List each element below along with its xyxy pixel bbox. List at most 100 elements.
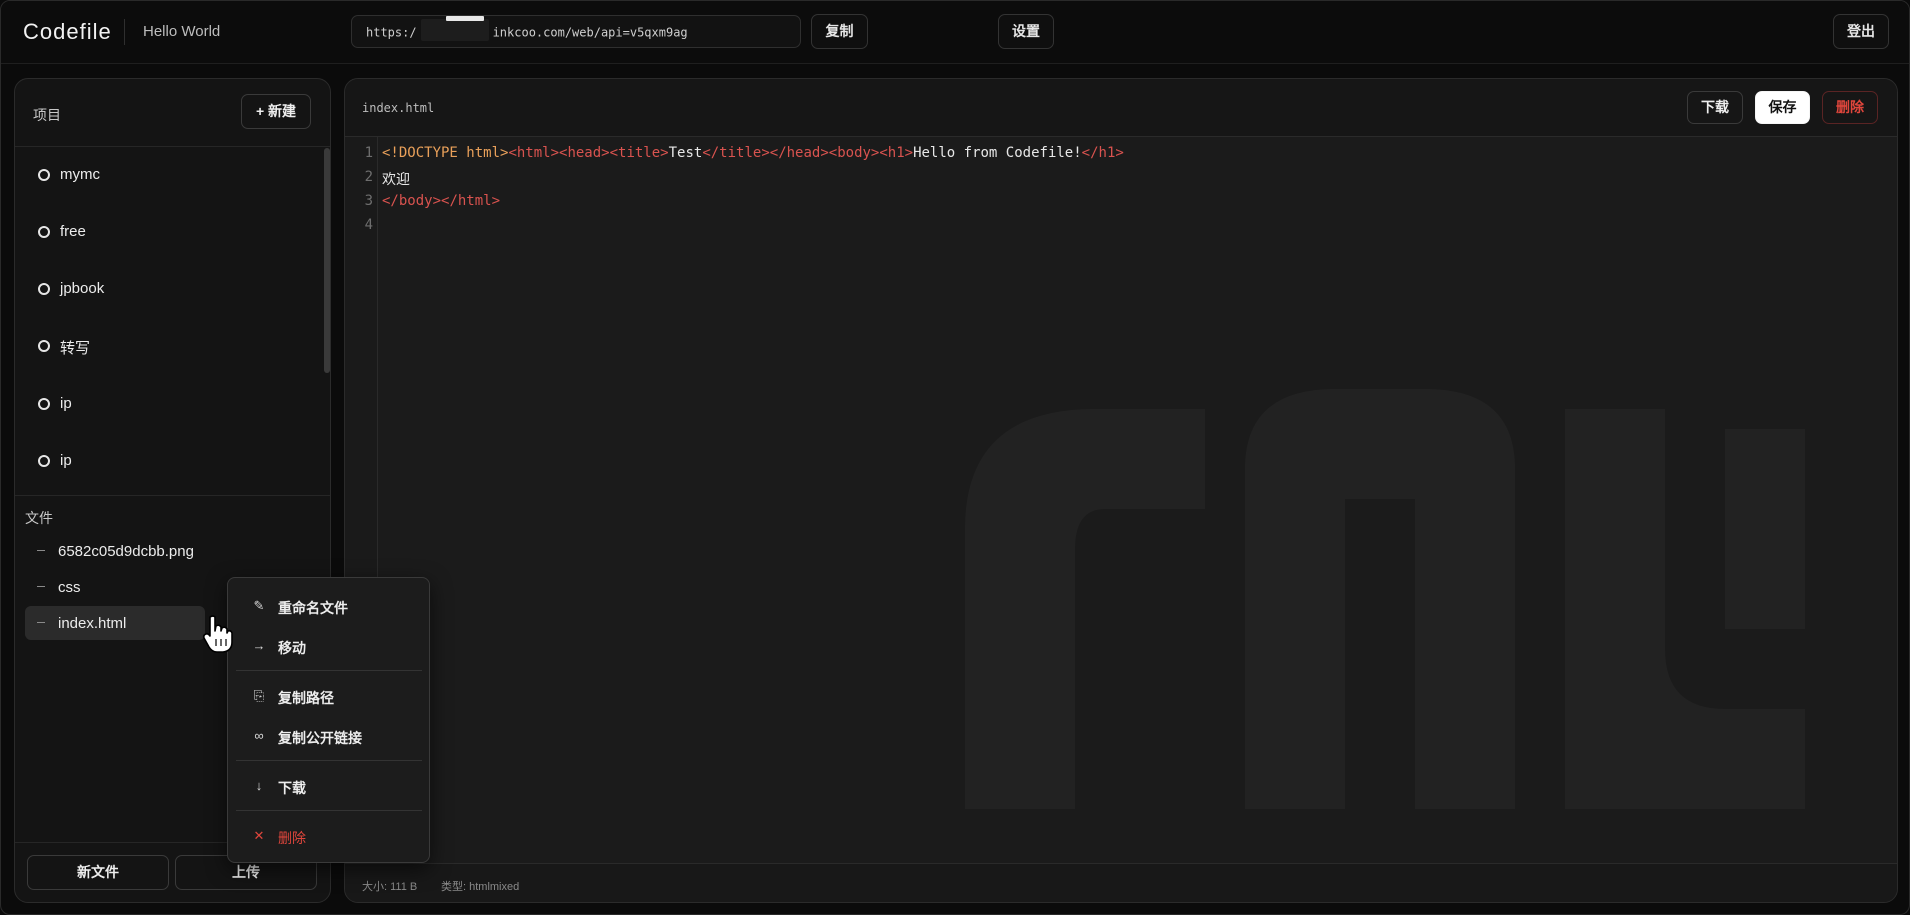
code-line-4[interactable] [382,217,782,235]
code-token: 欢迎 [382,172,410,188]
code-line-1[interactable]: <!DOCTYPE html><html><head><title>Test</… [382,145,1124,161]
menu-item-copy-path[interactable]: ⎘ 复制路径 [228,678,429,714]
app-window: Codefile Hello World https:/ inkcoo.com/w… [0,0,1910,915]
code-token: <head> [559,145,610,161]
menu-label: 重命名文件 [278,600,348,616]
circle-icon [38,226,50,238]
file-item[interactable]: 6582c05d9dcbb.png [25,534,205,568]
menu-item-download[interactable]: ↓ 下载 [228,768,429,804]
circle-icon [38,398,50,410]
menu-divider [236,810,422,811]
menu-label: 下载 [278,780,306,796]
url-prefix: https:/ [366,25,417,40]
project-item[interactable]: 转写 [15,318,330,375]
projects-header: 项目 + 新建 [15,79,330,147]
circle-icon [38,283,50,295]
project-item[interactable]: jpbook [15,261,330,318]
save-button[interactable]: 保存 [1755,91,1810,124]
circle-icon [38,340,50,352]
new-project-button[interactable]: + 新建 [241,94,311,129]
project-label: free [60,223,86,240]
menu-label: 复制公开链接 [278,730,362,746]
code-token: </head> [769,145,829,161]
project-list-scrollbar[interactable] [324,148,330,373]
header-divider [124,19,125,45]
download-button[interactable]: 下载 [1687,91,1743,124]
brand-logo: Codefile [23,19,112,44]
new-file-button[interactable]: 新文件 [27,855,169,890]
project-label: ip [60,395,72,412]
line-number: 2 [364,169,373,185]
code-token: Test [668,145,703,161]
line-number: 3 [364,193,373,209]
close-icon: ✕ [253,828,265,843]
file-dash-icon [37,622,45,623]
project-item[interactable]: mymc [15,147,330,204]
menu-item-move[interactable]: → 移动 [228,628,429,664]
file-type-status: 类型: htmlmixed [441,881,520,893]
code-token: </title> [702,145,770,161]
projects-title: 项目 [33,107,61,123]
line-number: 1 [364,145,373,161]
editor-panel: index.html 下载 保存 删除 1 2 3 4 <!DOCTYPE ht… [344,78,1898,903]
project-item[interactable]: ip [15,433,330,490]
project-list: mymc free jpbook 转写 ip ip [15,147,330,495]
link-icon: ∞ [254,728,264,743]
circle-icon [38,169,50,181]
editor-filename: index.html [362,101,435,115]
redaction-mark [446,16,484,21]
project-item[interactable]: free [15,204,330,261]
public-url-field[interactable]: https:/ inkcoo.com/web/api=v5qxm9ag [351,15,801,48]
settings-button[interactable]: 设置 [998,14,1054,49]
redacted-mask [420,19,489,41]
project-title: Hello World [143,23,221,40]
download-icon: ↓ [255,778,263,793]
file-dash-icon [37,586,45,587]
code-line-2[interactable]: 欢迎 [382,169,410,189]
project-label: jpbook [60,280,105,297]
file-label: css [58,579,81,596]
code-token: <!DOCTYPE html> [382,145,509,161]
project-item[interactable]: ip [15,376,330,433]
code-token: <h1> [879,145,914,161]
hand-pointer-icon [202,615,233,653]
top-bar: Codefile Hello World https:/ inkcoo.com/w… [1,1,1909,64]
code-token: </body> [382,193,442,209]
menu-item-rename[interactable]: ✎ 重命名文件 [228,588,429,624]
file-context-menu: ✎ 重命名文件 → 移动 ⎘ 复制路径 ∞ 复制公开链接 ↓ 下载 ✕ 删除 [227,577,430,863]
menu-item-copy-public-link[interactable]: ∞ 复制公开链接 [228,718,429,754]
menu-divider [236,670,422,671]
file-label: 6582c05d9dcbb.png [58,543,194,560]
files-divider [15,495,330,496]
pencil-icon: ✎ [253,598,265,613]
delete-button[interactable]: 删除 [1822,91,1878,124]
url-suffix: inkcoo.com/web/api=v5qxm9ag [492,25,688,40]
menu-item-delete[interactable]: ✕ 删除 [228,818,429,854]
file-size-status: 大小: 111 B [362,881,418,893]
clipboard-icon: ⎘ [253,688,265,703]
code-token: <html> [508,145,560,161]
file-label: index.html [58,615,127,632]
file-item-active[interactable]: index.html [25,606,205,640]
file-dash-icon [37,550,45,551]
project-label: ip [60,452,72,469]
menu-label: 移动 [278,640,306,656]
file-item[interactable]: css [25,570,205,604]
project-label: mymc [60,166,100,183]
logout-button[interactable]: 登出 [1833,14,1889,49]
files-title: 文件 [25,510,53,526]
code-token: </html> [441,193,501,209]
circle-icon [38,455,50,467]
line-number: 4 [364,217,373,233]
code-line-3[interactable]: </body></html> [382,193,500,209]
code-token: <body> [828,145,880,161]
copy-url-button[interactable]: 复制 [811,14,868,49]
editor-toolbar: index.html 下载 保存 删除 [345,79,1897,137]
menu-divider [236,760,422,761]
menu-label: 复制路径 [278,690,334,706]
menu-label: 删除 [278,830,306,846]
code-token: Hello from Codefile! [913,145,1082,161]
code-token: <title> [609,145,669,161]
watermark-graphic [965,389,1805,809]
arrow-right-icon: → [252,638,266,653]
